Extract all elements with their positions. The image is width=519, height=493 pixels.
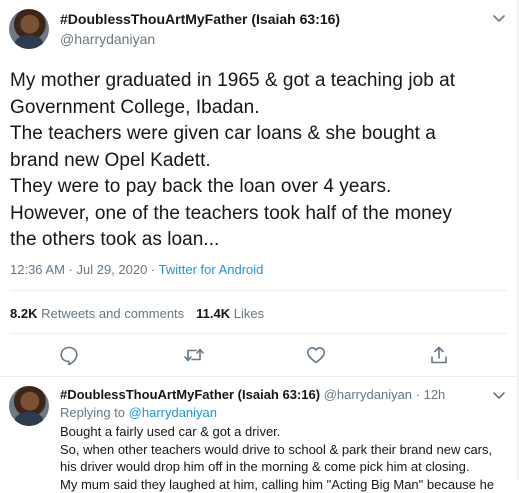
author-handle[interactable]: @harrydaniyan <box>60 31 155 47</box>
tweet-text-line: They were to pay back the loan over 4 ye… <box>10 174 510 201</box>
tweet-thread: #DoublessThouArtMyFather (Isaiah 63:16) … <box>0 0 518 481</box>
author-avatar[interactable] <box>9 9 49 49</box>
reply-header: #DoublessThouArtMyFather (Isaiah 63:16) … <box>60 387 445 402</box>
replying-to-link[interactable]: @harrydaniyan <box>129 405 217 420</box>
replying-prefix: Replying to <box>60 405 129 420</box>
likes-label: Likes <box>234 306 264 321</box>
tweet-text-line: However, one of the teachers took half o… <box>10 201 510 228</box>
reply-text-line: So, when other teachers would drive to s… <box>60 441 510 459</box>
likes-count: 11.4K <box>196 306 230 321</box>
comment-icon[interactable] <box>58 344 80 366</box>
reply-text-line: My mum said they laughed at him, calling… <box>60 476 510 493</box>
tweet-text-line: brand new Opel Kadett. <box>10 148 510 175</box>
tweet-text-line: Government College, Ibadan. <box>10 95 510 122</box>
reply-text-line: his driver would drop him off in the mor… <box>60 458 510 476</box>
retweets-label: Retweets and comments <box>41 306 184 321</box>
reply-text: Bought a fairly used car & got a driver.… <box>60 423 510 493</box>
tweet-text-line: the others took as loan... <box>10 227 510 254</box>
tweet-meta: 12:36 AM · Jul 29, 2020 · Twitter for An… <box>10 262 263 277</box>
share-icon[interactable] <box>428 344 450 366</box>
divider <box>10 333 507 334</box>
tweet-text-line: The teachers were given car loans & she … <box>10 121 510 148</box>
divider <box>0 376 517 377</box>
heart-icon[interactable] <box>305 344 327 366</box>
reply-author-handle-time[interactable]: @harrydaniyan · 12h <box>324 387 446 402</box>
retweet-icon[interactable] <box>183 344 205 366</box>
replying-to: Replying to @harrydaniyan <box>60 405 217 420</box>
likes-stat[interactable]: 11.4K Likes <box>196 306 264 321</box>
chevron-down-icon[interactable] <box>491 12 507 26</box>
chevron-down-icon[interactable] <box>491 389 507 403</box>
tweet-text: My mother graduated in 1965 & got a teac… <box>10 68 510 254</box>
divider <box>10 290 507 291</box>
tweet-timestamp[interactable]: 12:36 AM · Jul 29, 2020 · <box>10 262 159 277</box>
reply-text-line: Bought a fairly used car & got a driver. <box>60 423 510 441</box>
author-display-name[interactable]: #DoublessThouArtMyFather (Isaiah 63:16) <box>60 11 340 27</box>
reply-author-avatar[interactable] <box>9 386 49 426</box>
retweets-stat[interactable]: 8.2K Retweets and comments <box>10 306 184 321</box>
tweet-source-link[interactable]: Twitter for Android <box>159 262 264 277</box>
tweet-text-line: My mother graduated in 1965 & got a teac… <box>10 68 510 95</box>
retweets-count: 8.2K <box>10 306 37 321</box>
reply-author-display-name[interactable]: #DoublessThouArtMyFather (Isaiah 63:16) <box>60 387 320 402</box>
engagement-stats: 8.2K Retweets and comments 11.4K Likes <box>10 306 264 321</box>
